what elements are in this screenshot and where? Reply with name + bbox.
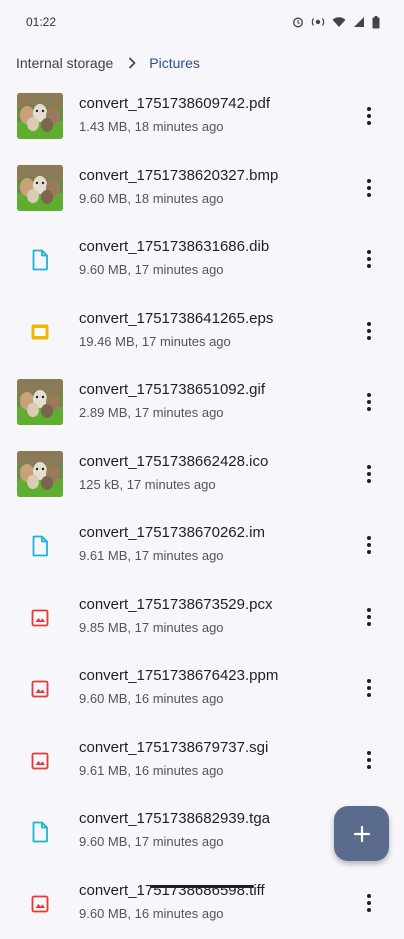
more-vert-icon[interactable] bbox=[360, 104, 378, 128]
file-meta: 9.60 MB, 17 minutes ago bbox=[79, 262, 224, 277]
file-meta: 9.60 MB, 17 minutes ago bbox=[79, 834, 224, 849]
file-name: convert_1751738609742.pdf bbox=[79, 95, 271, 112]
image-thumbnail bbox=[17, 379, 63, 425]
breadcrumb: Internal storage Pictures bbox=[0, 44, 404, 82]
file-meta: 9.61 MB, 16 minutes ago bbox=[79, 762, 224, 778]
file-meta: 19.46 MB, 17 minutes ago bbox=[79, 333, 231, 349]
more-vert-icon[interactable] bbox=[360, 676, 378, 700]
file-row[interactable]: convert_1751738609742.pdf 1.43 MB, 18 min… bbox=[0, 80, 404, 152]
more-vert-icon[interactable] bbox=[360, 605, 378, 629]
image-thumbnail bbox=[17, 93, 63, 139]
file-row[interactable]: convert_1751738673529.pcx 9.85 MB, 17 min… bbox=[0, 581, 404, 653]
wifi-icon bbox=[332, 17, 346, 27]
status-bar: 01:22 bbox=[0, 0, 404, 44]
file-name: convert_1751738631686.dib bbox=[79, 238, 270, 255]
file-name: convert_1751738676423.ppm bbox=[79, 667, 279, 684]
signal-icon bbox=[354, 17, 364, 27]
file-row[interactable]: convert_1751738620327.bmp 9.60 MB, 18 min… bbox=[0, 152, 404, 224]
status-time: 01:22 bbox=[26, 15, 57, 29]
document-icon bbox=[28, 820, 52, 844]
file-meta: 9.60 MB, 16 minutes ago bbox=[79, 905, 224, 921]
file-row[interactable]: convert_1751738679737.sgi 9.61 MB, 16 min… bbox=[0, 724, 404, 796]
file-meta: 9.60 MB, 18 minutes ago bbox=[79, 190, 224, 206]
file-name: convert_1751738662428.ico bbox=[79, 452, 269, 470]
more-vert-icon[interactable] bbox=[360, 462, 378, 486]
file-meta: 9.60 MB, 16 minutes ago bbox=[79, 691, 224, 706]
image-file-icon bbox=[28, 606, 52, 630]
more-vert-icon[interactable] bbox=[360, 748, 378, 772]
more-vert-icon[interactable] bbox=[360, 390, 378, 414]
more-vert-icon[interactable] bbox=[360, 247, 378, 271]
file-meta: 2.89 MB, 17 minutes ago bbox=[79, 405, 224, 420]
file-meta: 1.43 MB, 18 minutes ago bbox=[79, 119, 224, 134]
add-icon bbox=[353, 825, 370, 842]
image-thumbnail bbox=[17, 164, 63, 211]
more-vert-icon[interactable] bbox=[360, 319, 378, 343]
document-icon bbox=[28, 534, 52, 558]
file-meta: 9.61 MB, 17 minutes ago bbox=[79, 548, 224, 563]
document-icon bbox=[28, 248, 52, 272]
file-row[interactable]: convert_1751738670262.im 9.61 MB, 17 minu… bbox=[0, 509, 404, 581]
file-row[interactable]: convert_1751738631686.dib 9.60 MB, 17 min… bbox=[0, 223, 404, 295]
image-file-icon bbox=[28, 749, 52, 773]
gesture-bar[interactable] bbox=[150, 885, 254, 888]
breadcrumb-internal-storage[interactable]: Internal storage bbox=[16, 55, 113, 71]
file-name: convert_1751738673529.pcx bbox=[79, 595, 273, 613]
battery-icon bbox=[372, 15, 380, 28]
file-meta: 125 kB, 17 minutes ago bbox=[79, 476, 216, 492]
file-row[interactable]: convert_1751738641265.eps 19.46 MB, 17 mi… bbox=[0, 295, 404, 367]
data-saver-icon bbox=[311, 18, 325, 26]
file-row[interactable]: convert_1751738686598.tiff 9.60 MB, 16 mi… bbox=[0, 867, 404, 939]
alarm-icon bbox=[293, 17, 303, 28]
more-vert-icon[interactable] bbox=[360, 176, 378, 200]
file-row[interactable]: convert_1751738676423.ppm 9.60 MB, 16 min… bbox=[0, 652, 404, 724]
status-icons bbox=[292, 15, 380, 29]
more-vert-icon[interactable] bbox=[360, 891, 378, 915]
chevron-right-icon bbox=[128, 57, 136, 69]
breadcrumb-pictures[interactable]: Pictures bbox=[149, 55, 200, 71]
file-name: convert_1751738682939.tga bbox=[79, 810, 271, 827]
file-name: convert_1751738651092.gif bbox=[79, 381, 265, 398]
file-meta: 9.85 MB, 17 minutes ago bbox=[79, 619, 224, 635]
image-thumbnail bbox=[17, 450, 63, 497]
slides-icon bbox=[28, 320, 52, 344]
file-row[interactable]: convert_1751738651092.gif 2.89 MB, 17 min… bbox=[0, 366, 404, 438]
image-file-icon bbox=[28, 677, 52, 701]
more-vert-icon[interactable] bbox=[360, 533, 378, 557]
file-name: convert_1751738670262.im bbox=[79, 524, 265, 541]
image-file-icon bbox=[28, 892, 52, 916]
add-button[interactable] bbox=[334, 806, 389, 861]
file-row[interactable]: convert_1751738662428.ico 125 kB, 17 minu… bbox=[0, 438, 404, 510]
file-name: convert_1751738620327.bmp bbox=[79, 166, 279, 184]
file-name: convert_1751738679737.sgi bbox=[79, 738, 269, 756]
file-name: convert_1751738641265.eps bbox=[79, 309, 274, 327]
